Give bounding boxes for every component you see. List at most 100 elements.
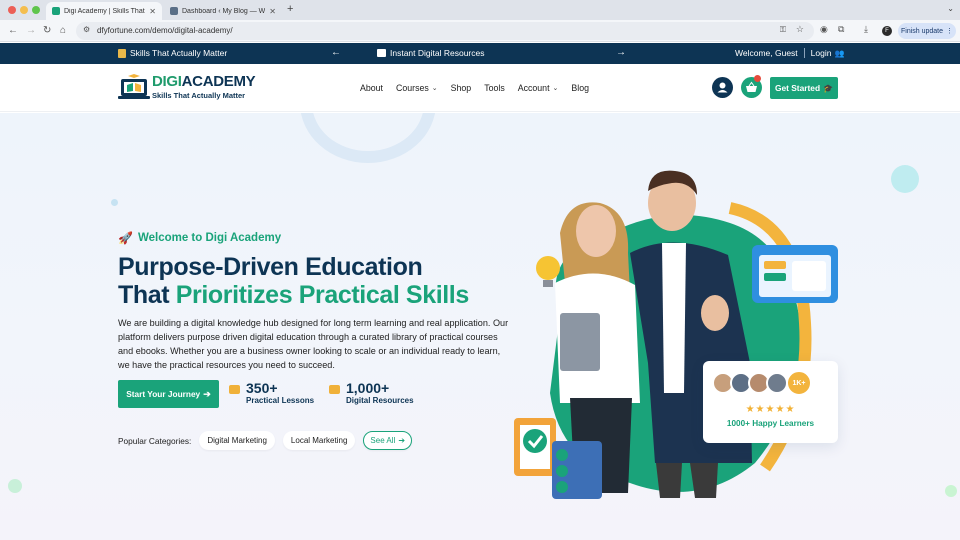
wordpress-favicon-icon	[170, 7, 178, 15]
finish-update-button[interactable]: Finish update ⋮	[898, 23, 956, 39]
hero-title-line2-plain: That	[118, 281, 176, 309]
nav-account[interactable]: Account ⌄	[518, 83, 559, 93]
stat-label: Digital Resources	[346, 396, 414, 405]
more-menu-icon[interactable]: ⋮	[946, 27, 953, 35]
new-tab-plus-icon[interactable]: +	[287, 3, 293, 15]
see-all-label: See All	[370, 436, 396, 445]
logo-academy: ACADEMY	[181, 73, 256, 90]
hero-eyebrow-text: Welcome to Digi Academy	[137, 232, 282, 244]
site-favicon-icon	[52, 7, 60, 15]
minimize-window-button[interactable]	[20, 6, 28, 14]
hero-title-line1: Purpose-Driven Education	[118, 253, 423, 281]
hero-section: 🚀 Welcome to Digi Academy Purpose-Driven…	[0, 113, 960, 540]
decorative-dot	[111, 199, 118, 206]
profile-avatar[interactable]: F	[882, 26, 892, 36]
nav-blog[interactable]: Blog	[571, 83, 589, 93]
hero-illustration	[514, 170, 838, 499]
forward-arrow-icon[interactable]: →	[26, 24, 36, 38]
stat-value: 350+	[246, 380, 278, 396]
logo-tagline: Skills That Actually Matter	[152, 91, 246, 100]
bookmark-star-icon[interactable]: ☆	[796, 24, 804, 35]
reload-icon[interactable]: ↻	[43, 24, 51, 38]
nav-label: Account	[517, 83, 550, 93]
arrow-circle-icon: ➔	[398, 436, 406, 445]
cart-count-badge	[754, 75, 761, 82]
announcement-left-text: Skills That Actually Matter	[130, 48, 228, 58]
start-journey-button[interactable]: Start Your Journey ➔	[118, 380, 219, 408]
decorative-dot	[8, 479, 22, 493]
nav-shop[interactable]: Shop	[451, 83, 472, 93]
avatar	[766, 372, 788, 394]
browser-toolbar: ← → ↻ ⌂ ⚙ dfyfortune.com/demo/digital-ac…	[0, 20, 960, 42]
learners-count-badge: 1K+	[786, 370, 812, 396]
browser-tab-digi-academy[interactable]: Digi Academy | Skills That Actually Matt…	[46, 2, 162, 20]
get-started-label: Get Started	[774, 83, 821, 93]
site-logo[interactable]: DIGIACADEMY Skills That Actually Matter	[118, 71, 256, 105]
nav-label: Courses	[396, 83, 429, 93]
password-key-icon[interactable]: ⚿	[780, 25, 786, 35]
finish-update-label: Finish update	[900, 27, 944, 35]
logo-digi: DIGI	[152, 73, 182, 90]
nav-about[interactable]: About	[360, 83, 383, 93]
see-all-categories-button[interactable]: See All ➔	[363, 431, 413, 450]
back-arrow-icon[interactable]: ←	[8, 24, 18, 38]
category-pill-local-marketing[interactable]: Local Marketing	[282, 431, 356, 450]
address-bar[interactable]: ⚙ dfyfortune.com/demo/digital-academy/ ⚿…	[76, 22, 814, 40]
user-icon	[717, 82, 728, 93]
hero-title: Purpose-Driven Education That Prioritize…	[118, 253, 469, 309]
learner-avatars: 1K+	[712, 370, 812, 396]
stat-label: Practical Lessons	[246, 396, 315, 405]
hero-eyebrow: 🚀 Welcome to Digi Academy	[118, 231, 281, 245]
announcement-mid-text: Instant Digital Resources	[390, 48, 485, 58]
tab-title: Digi Academy | Skills That Actually Matt…	[64, 7, 145, 15]
arrow-circle-icon: ➔	[203, 388, 211, 399]
login-label: Login	[810, 48, 832, 58]
rocket-icon: 🚀	[118, 231, 133, 245]
hero-title-accent: Prioritizes Practical Skills	[175, 281, 470, 309]
nav-label: About	[360, 83, 383, 93]
gift-icon	[377, 49, 386, 57]
category-pill-digital-marketing[interactable]: Digital Marketing	[199, 431, 275, 450]
decorative-ring	[300, 113, 436, 163]
logo-wordmark: DIGIACADEMY	[152, 73, 256, 90]
stat-lessons: 350+ Practical Lessons	[229, 380, 314, 405]
stat-resources: 1,000+ Digital Resources	[329, 380, 414, 405]
nav-courses[interactable]: Courses ⌄	[396, 83, 438, 93]
maximize-window-button[interactable]	[32, 6, 40, 14]
elearning-screen-icon	[752, 245, 838, 303]
next-arrow-icon[interactable]: →	[616, 47, 626, 58]
happy-learners-text: 1000+ Happy Learners	[726, 419, 815, 428]
url-text: dfyfortune.com/demo/digital-academy/	[97, 26, 233, 35]
nav-label: Blog	[571, 83, 590, 93]
get-started-button[interactable]: Get Started 🎓	[770, 77, 838, 99]
start-journey-label: Start Your Journey	[126, 389, 201, 399]
close-tab-icon[interactable]: ✕	[269, 7, 276, 16]
screenshot-camera-icon[interactable]: ◉	[820, 24, 828, 35]
previous-arrow-icon[interactable]: ←	[331, 47, 341, 58]
close-tab-icon[interactable]: ✕	[149, 7, 156, 16]
nav-tools[interactable]: Tools	[484, 83, 505, 93]
users-icon: 👥	[834, 48, 845, 58]
categories-label: Popular Categories:	[118, 435, 192, 446]
laptop-book-logo-icon	[118, 74, 150, 99]
chevron-down-icon: ⌄	[431, 85, 438, 92]
download-icon[interactable]: ⤓	[864, 24, 868, 35]
nav-label: Tools	[484, 83, 505, 93]
folder-icon	[329, 385, 340, 394]
browser-tab-dashboard[interactable]: Dashboard ‹ My Blog — WordPress ✕	[164, 2, 282, 20]
login-link[interactable]: Login 👥	[811, 48, 845, 58]
rating-stars-icon: ★★★★★	[745, 404, 796, 415]
user-account-button[interactable]	[712, 77, 733, 98]
site-announcement-bar: Skills That Actually Matter ← Instant Di…	[0, 43, 960, 64]
graduation-cap-icon	[229, 385, 240, 394]
divider	[803, 48, 805, 58]
site-header: DIGIACADEMY Skills That Actually Matter …	[0, 64, 960, 112]
extensions-puzzle-icon[interactable]: ⧉	[838, 24, 844, 35]
announcement-middle: Instant Digital Resources	[377, 48, 485, 58]
welcome-guest-text: Welcome, Guest	[735, 48, 798, 58]
announcement-left: Skills That Actually Matter	[118, 48, 227, 58]
close-window-button[interactable]	[8, 6, 16, 14]
site-info-icon[interactable]: ⚙	[83, 25, 90, 34]
tab-search-chevron-icon[interactable]: ⌄	[947, 4, 954, 13]
home-icon[interactable]: ⌂	[60, 24, 66, 38]
